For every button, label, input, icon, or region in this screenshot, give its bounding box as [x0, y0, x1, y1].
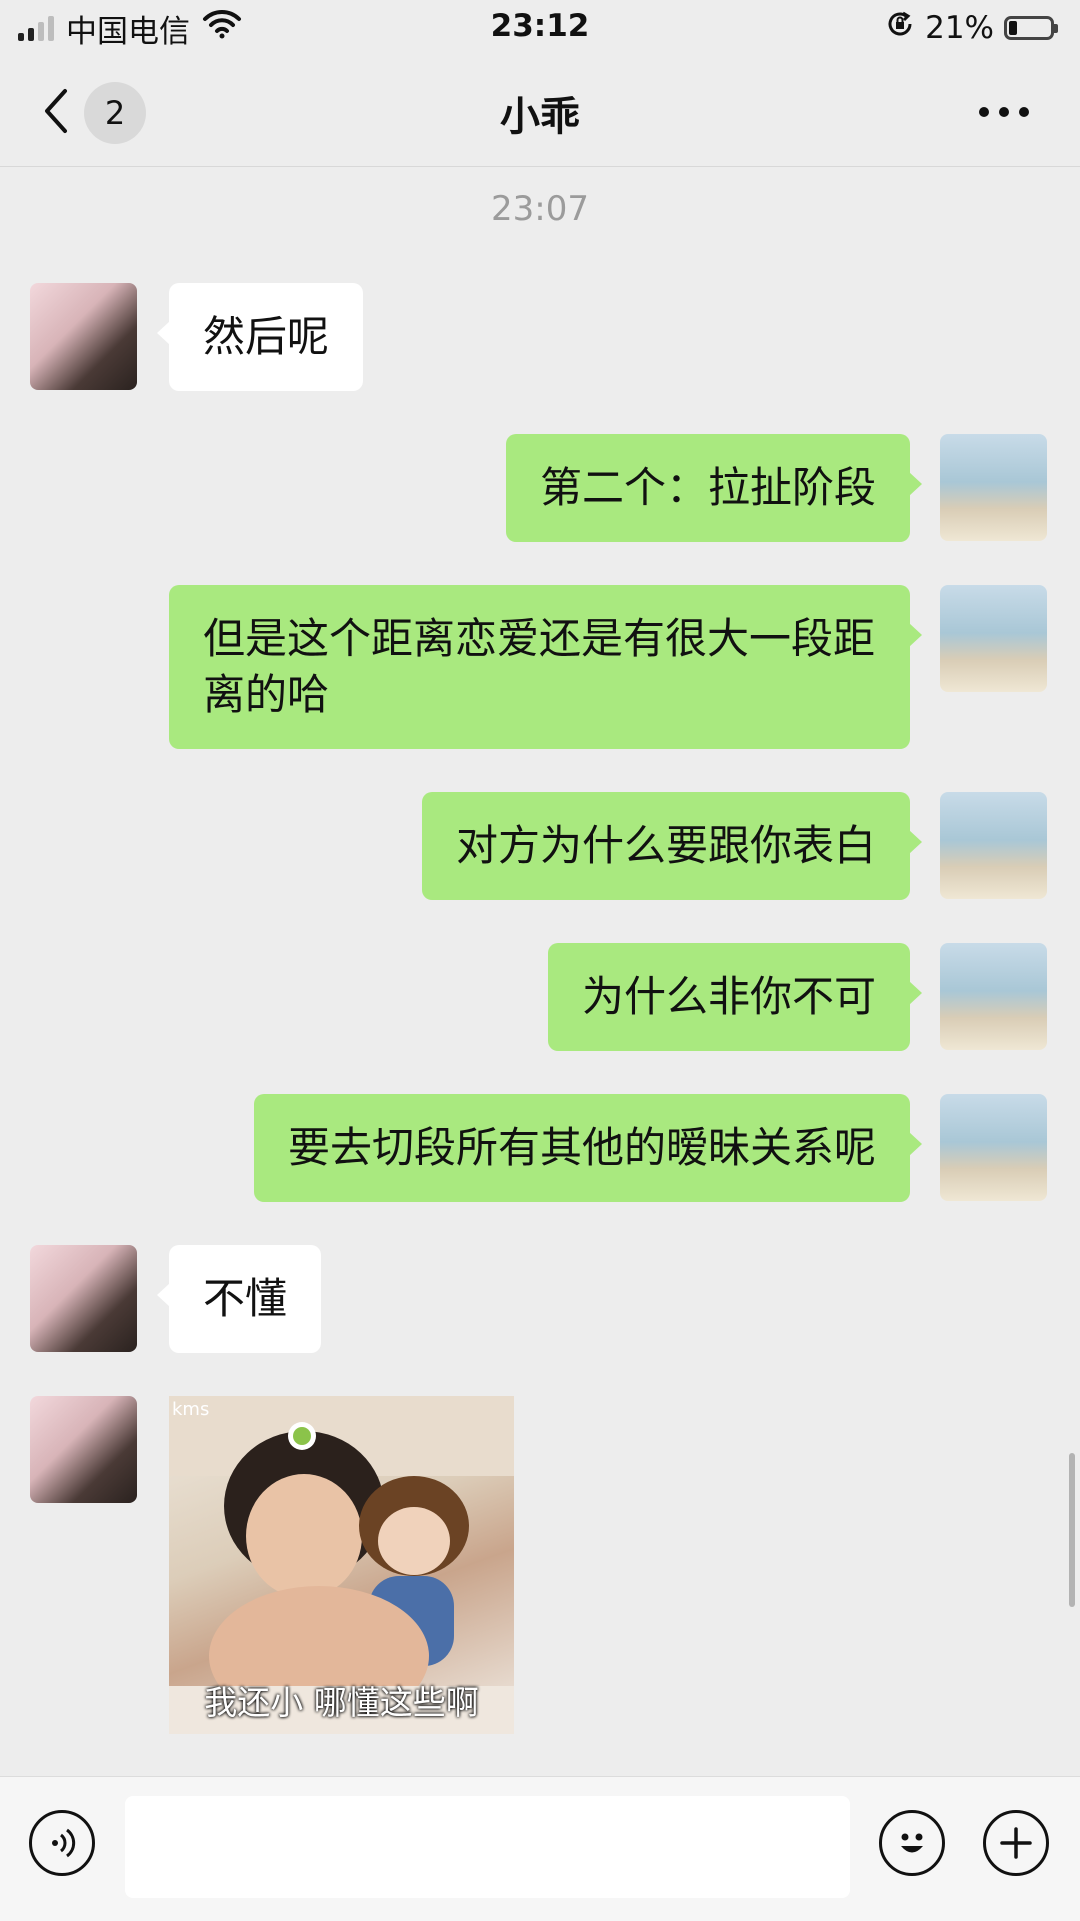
message-input[interactable]	[125, 1796, 850, 1898]
outgoing-message-bubble[interactable]: 第二个：拉扯阶段	[505, 434, 923, 542]
outgoing-message-bubble[interactable]: 但是这个距离恋爱还是有很大一段距离的哈	[169, 585, 922, 749]
battery-percent: 21%	[925, 10, 994, 46]
my-avatar[interactable]	[940, 585, 1047, 692]
battery-fill	[1009, 21, 1017, 35]
battery-icon	[1004, 16, 1058, 40]
contact-avatar[interactable]	[30, 1245, 137, 1352]
my-avatar[interactable]	[940, 792, 1047, 899]
scrollbar[interactable]	[1069, 1453, 1075, 1607]
message-timestamp: 23:07	[491, 189, 589, 229]
contact-avatar[interactable]	[30, 283, 137, 390]
more-dots-icon[interactable]	[964, 84, 1044, 140]
outgoing-message-bubble[interactable]: 为什么非你不可	[547, 943, 923, 1051]
chat-title: 小乖	[500, 94, 580, 140]
input-bar	[0, 1776, 1080, 1921]
voice-icon[interactable]	[29, 1810, 95, 1876]
emoji-icon[interactable]	[879, 1810, 945, 1876]
message-list[interactable]: 23:07 然后呢 第二个：拉扯阶段 但是这个距离恋爱还是有很大一段距离的哈 对…	[0, 167, 1080, 1775]
incoming-message-bubble[interactable]: 不懂	[156, 1245, 322, 1353]
incoming-message-bubble[interactable]: 然后呢	[156, 283, 364, 391]
chat-header: 2 小乖	[0, 56, 1080, 167]
outgoing-message-bubble[interactable]: 要去切段所有其他的暧昧关系呢	[253, 1094, 923, 1202]
my-avatar[interactable]	[940, 434, 1047, 541]
status-right: 21%	[885, 6, 1058, 50]
contact-avatar[interactable]	[30, 1396, 137, 1503]
my-avatar[interactable]	[940, 943, 1047, 1050]
my-avatar[interactable]	[940, 1094, 1047, 1201]
outgoing-message-bubble[interactable]: 对方为什么要跟你表白	[421, 792, 923, 900]
plus-icon[interactable]	[983, 1810, 1049, 1876]
sticker-caption: 我还小 哪懂这些啊	[204, 1683, 479, 1722]
sticker-tag: kms	[172, 1399, 210, 1420]
status-bar: 中国电信 23:12 21%	[0, 0, 1080, 56]
sticker-image[interactable]: kms 我还小 哪懂这些啊	[169, 1396, 514, 1734]
rotation-lock-icon	[885, 9, 915, 47]
